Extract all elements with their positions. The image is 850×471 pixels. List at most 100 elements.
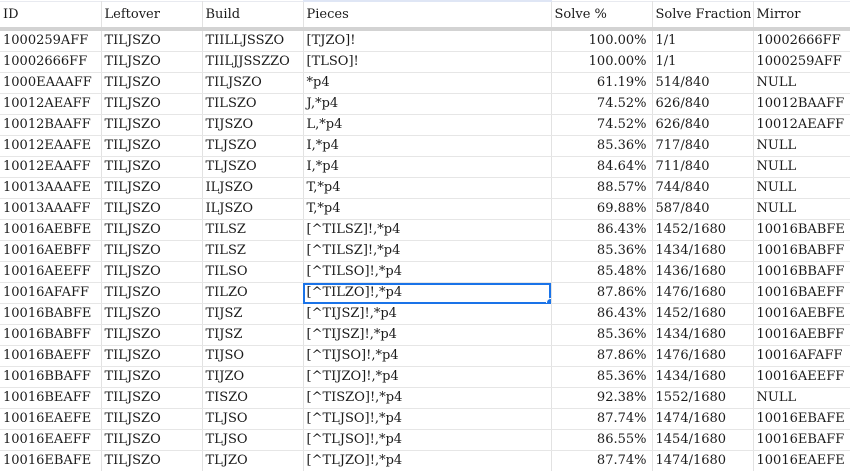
cell-build[interactable]: TLJSZO	[202, 156, 304, 178]
cell-leftover[interactable]: TILJSZO	[101, 93, 203, 115]
cell-mirror[interactable]: 10016AFAFF	[753, 345, 850, 367]
cell-leftover[interactable]: TILJSZO	[101, 366, 203, 388]
cell-id[interactable]: 10016EAEFF	[0, 429, 102, 451]
cell-leftover[interactable]: TILJSZO	[101, 450, 203, 471]
cell-build[interactable]: TLJSO	[202, 408, 304, 430]
cell-id[interactable]: 10016BABFE	[0, 303, 102, 325]
cell-pieces[interactable]: [^TISZO]!,*p4	[303, 387, 552, 409]
cell-solve-percent[interactable]: 74.52%	[551, 114, 653, 136]
cell-solve-percent[interactable]: 100.00%	[551, 51, 653, 73]
cell-solve-fraction[interactable]: 626/840	[652, 93, 754, 115]
cell-solve-fraction[interactable]: 1/1	[652, 29, 754, 52]
cell-mirror[interactable]: 10016BBAFF	[753, 261, 850, 283]
cell-build[interactable]: TLJZO	[202, 450, 304, 471]
cell-id[interactable]: 10016BAEFF	[0, 345, 102, 367]
cell-mirror[interactable]: NULL	[753, 387, 850, 409]
active-cell[interactable]: [^TILZO]!,*p4	[303, 282, 552, 304]
cell-mirror[interactable]: 10016BABFE	[753, 219, 850, 241]
cell-solve-fraction[interactable]: 744/840	[652, 177, 754, 199]
cell-solve-percent[interactable]: 85.36%	[551, 366, 653, 388]
cell-mirror[interactable]: 10016AEEFF	[753, 366, 850, 388]
cell-pieces[interactable]: [TJZO]!	[303, 29, 552, 52]
cell-solve-percent[interactable]: 61.19%	[551, 72, 653, 94]
cell-id[interactable]: 10016BEAFF	[0, 387, 102, 409]
cell-build[interactable]: TILSO	[202, 261, 304, 283]
fill-handle[interactable]	[545, 298, 550, 303]
cell-mirror[interactable]: 10016EBAFE	[753, 408, 850, 430]
cell-leftover[interactable]: TILJSZO	[101, 387, 203, 409]
cell-id[interactable]: 10016BABFF	[0, 324, 102, 346]
cell-solve-percent[interactable]: 85.36%	[551, 135, 653, 157]
cell-pieces[interactable]: [^TILSZ]!,*p4	[303, 240, 552, 262]
cell-build[interactable]: TILJSZO	[202, 72, 304, 94]
column-header-solve-percent[interactable]: Solve %	[551, 0, 653, 31]
cell-solve-fraction[interactable]: 1552/1680	[652, 387, 754, 409]
cell-id[interactable]: 10016BBAFF	[0, 366, 102, 388]
cell-mirror[interactable]: 10012BAAFF	[753, 93, 850, 115]
cell-build[interactable]: TILZO	[202, 282, 304, 304]
cell-leftover[interactable]: TILJSZO	[101, 51, 203, 73]
cell-solve-fraction[interactable]: 1434/1680	[652, 324, 754, 346]
cell-leftover[interactable]: TILJSZO	[101, 219, 203, 241]
cell-solve-percent[interactable]: 69.88%	[551, 198, 653, 220]
cell-id[interactable]: 10016AEBFE	[0, 219, 102, 241]
cell-leftover[interactable]: TILJSZO	[101, 177, 203, 199]
cell-solve-percent[interactable]: 85.36%	[551, 240, 653, 262]
column-header-pieces[interactable]: Pieces	[303, 0, 552, 31]
cell-leftover[interactable]: TILJSZO	[101, 282, 203, 304]
cell-id[interactable]: 10012EAAFF	[0, 156, 102, 178]
cell-leftover[interactable]: TILJSZO	[101, 261, 203, 283]
cell-solve-percent[interactable]: 100.00%	[551, 29, 653, 52]
cell-solve-percent[interactable]: 87.86%	[551, 345, 653, 367]
cell-pieces[interactable]: I,*p4	[303, 135, 552, 157]
cell-build[interactable]: TIJSO	[202, 345, 304, 367]
cell-solve-percent[interactable]: 84.64%	[551, 156, 653, 178]
cell-solve-percent[interactable]: 87.74%	[551, 408, 653, 430]
cell-solve-fraction[interactable]: 1/1	[652, 51, 754, 73]
cell-build[interactable]: TLJSO	[202, 429, 304, 451]
cell-build[interactable]: TIILJJSSZZO	[202, 51, 304, 73]
cell-solve-fraction[interactable]: 1454/1680	[652, 429, 754, 451]
cell-mirror[interactable]: 1000259AFF	[753, 51, 850, 73]
cell-solve-percent[interactable]: 86.43%	[551, 303, 653, 325]
cell-solve-percent[interactable]: 87.86%	[551, 282, 653, 304]
cell-leftover[interactable]: TILJSZO	[101, 408, 203, 430]
cell-leftover[interactable]: TILJSZO	[101, 156, 203, 178]
cell-leftover[interactable]: TILJSZO	[101, 29, 203, 52]
cell-mirror[interactable]: 10016AEBFF	[753, 324, 850, 346]
cell-build[interactable]: TISZO	[202, 387, 304, 409]
column-header-mirror[interactable]: Mirror	[753, 0, 850, 31]
cell-id[interactable]: 1000EAAAFF	[0, 72, 102, 94]
cell-pieces[interactable]: L,*p4	[303, 114, 552, 136]
cell-leftover[interactable]: TILJSZO	[101, 303, 203, 325]
cell-pieces[interactable]: J,*p4	[303, 93, 552, 115]
cell-mirror[interactable]: 10016BAEFF	[753, 282, 850, 304]
cell-pieces[interactable]: T,*p4	[303, 177, 552, 199]
cell-solve-fraction[interactable]: 1476/1680	[652, 282, 754, 304]
cell-solve-percent[interactable]: 88.57%	[551, 177, 653, 199]
cell-solve-fraction[interactable]: 1474/1680	[652, 450, 754, 471]
cell-pieces[interactable]: [^TLJSO]!,*p4	[303, 408, 552, 430]
cell-build[interactable]: TILSZ	[202, 219, 304, 241]
cell-build[interactable]: TIJZO	[202, 366, 304, 388]
cell-solve-fraction[interactable]: 1434/1680	[652, 366, 754, 388]
cell-solve-fraction[interactable]: 1452/1680	[652, 303, 754, 325]
cell-solve-fraction[interactable]: 1436/1680	[652, 261, 754, 283]
column-header-leftover[interactable]: Leftover	[101, 0, 203, 31]
cell-pieces[interactable]: [^TIJZO]!,*p4	[303, 366, 552, 388]
cell-build[interactable]: ILJSZO	[202, 198, 304, 220]
cell-solve-fraction[interactable]: 1476/1680	[652, 345, 754, 367]
cell-id[interactable]: 10016EAEFE	[0, 408, 102, 430]
cell-solve-fraction[interactable]: 717/840	[652, 135, 754, 157]
cell-solve-percent[interactable]: 85.48%	[551, 261, 653, 283]
cell-id[interactable]: 10012EAAFE	[0, 135, 102, 157]
cell-solve-percent[interactable]: 85.36%	[551, 324, 653, 346]
cell-leftover[interactable]: TILJSZO	[101, 240, 203, 262]
cell-solve-fraction[interactable]: 1452/1680	[652, 219, 754, 241]
cell-build[interactable]: TIJSZ	[202, 303, 304, 325]
cell-id[interactable]: 10016AEBFF	[0, 240, 102, 262]
cell-pieces[interactable]: [^TILSO]!,*p4	[303, 261, 552, 283]
cell-pieces[interactable]: [TLSO]!	[303, 51, 552, 73]
cell-solve-fraction[interactable]: 514/840	[652, 72, 754, 94]
cell-mirror[interactable]: 10002666FF	[753, 29, 850, 52]
